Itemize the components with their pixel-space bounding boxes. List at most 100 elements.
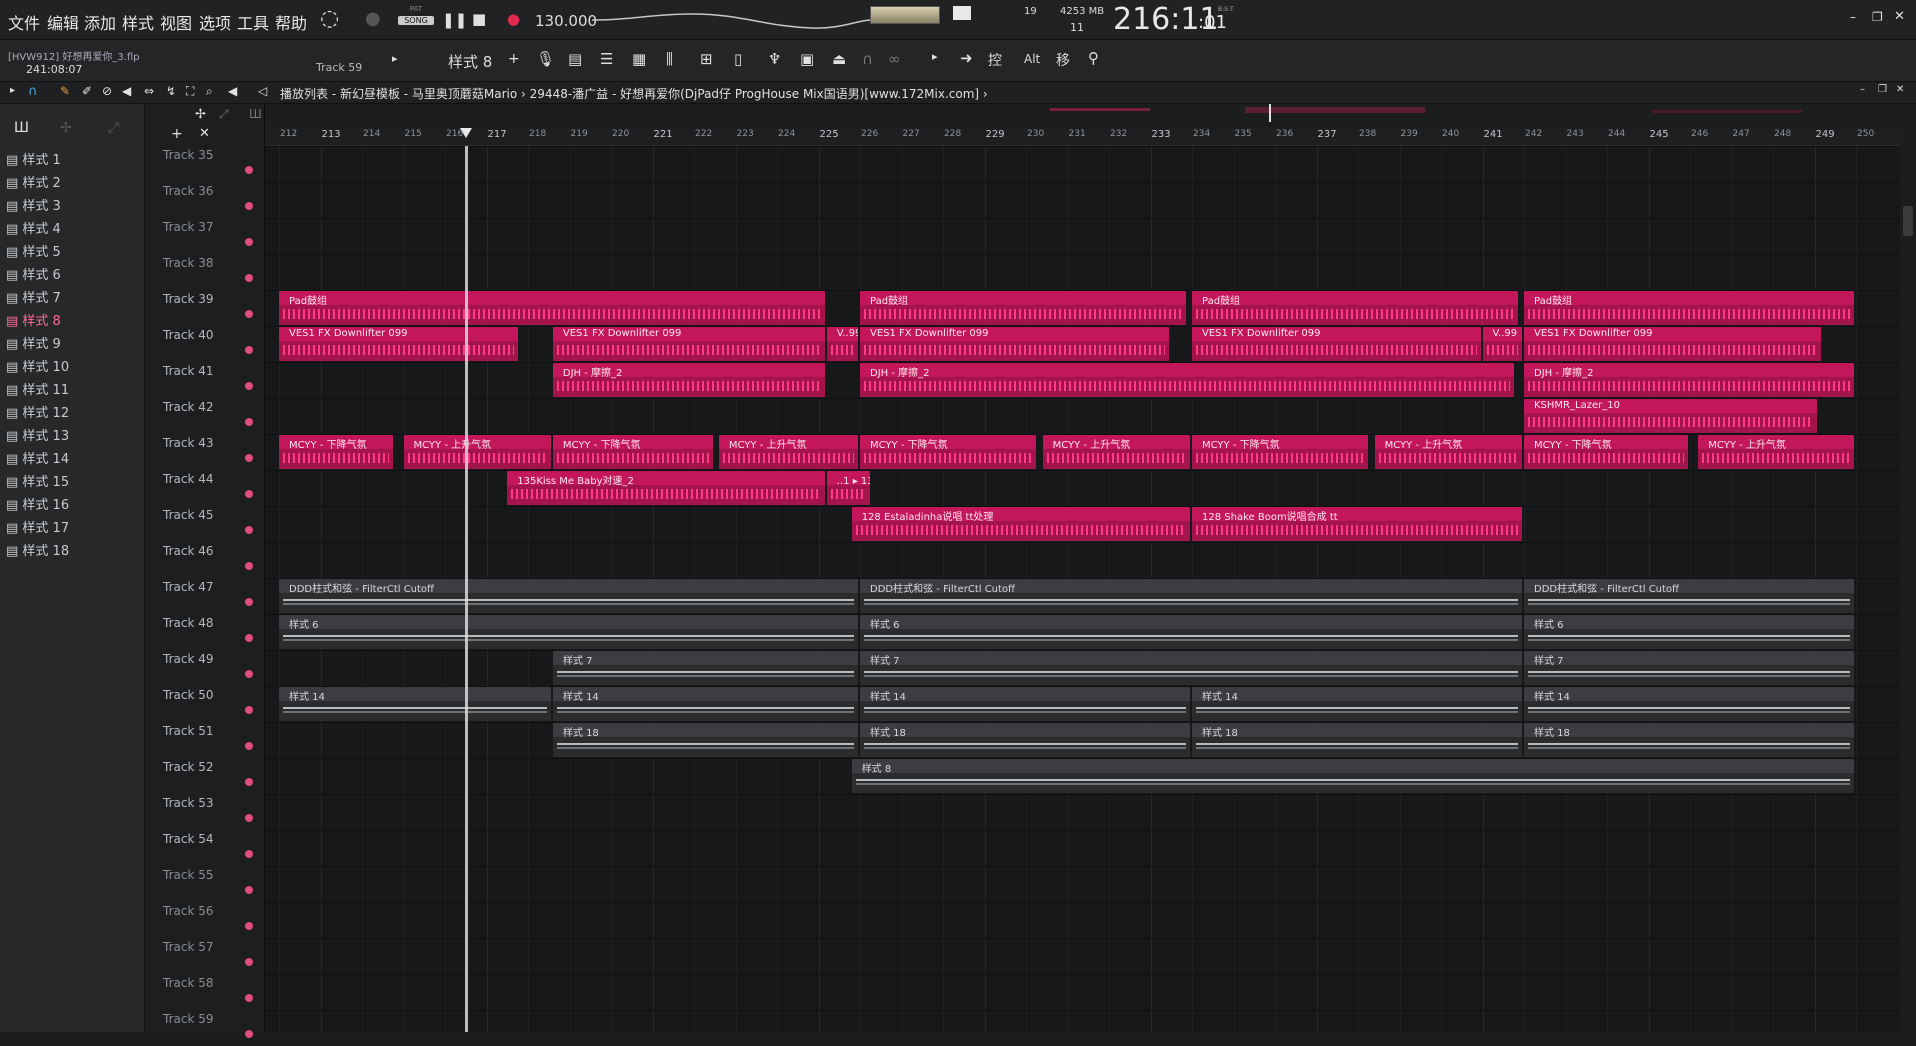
- playlist-clip[interactable]: Pad鼓组: [860, 291, 1186, 325]
- bar-number[interactable]: 241: [1484, 129, 1503, 140]
- playlist-clip[interactable]: 样式 18: [552, 723, 858, 757]
- alt-label[interactable]: Alt: [1024, 52, 1040, 66]
- playlist-clip[interactable]: VES1 FX Downlifter 099: [1192, 327, 1481, 361]
- channel-rack-icon[interactable]: ▦: [632, 50, 646, 68]
- playlist-clip[interactable]: Pad鼓组: [279, 291, 825, 325]
- track-mute-button[interactable]: [245, 922, 253, 930]
- restore-icon[interactable]: ❐: [1878, 84, 1887, 95]
- bar-number[interactable]: 215: [405, 129, 422, 139]
- bar-number[interactable]: 236: [1276, 129, 1293, 139]
- arrow-icon[interactable]: ▸: [932, 50, 938, 63]
- track-mute-button[interactable]: [245, 166, 253, 174]
- playlist-clip[interactable]: MCYY - 下降气氛: [552, 435, 713, 469]
- bar-number[interactable]: 214: [363, 129, 380, 139]
- playlist-clip[interactable]: DJH - 摩擦_2: [860, 363, 1514, 397]
- arrow-right-icon[interactable]: ▸: [392, 52, 398, 65]
- restore-icon[interactable]: ❐: [1872, 10, 1883, 24]
- track-row[interactable]: Track 44: [145, 470, 265, 506]
- headphones-icon[interactable]: ∩: [862, 50, 873, 68]
- track-mute-button[interactable]: [245, 490, 253, 498]
- track-mute-button[interactable]: [245, 706, 253, 714]
- overview-cursor[interactable]: [1269, 104, 1271, 122]
- playlist-clip[interactable]: MCYY - 上升气氛: [1042, 435, 1190, 469]
- dim-tool-icon[interactable]: ✢: [60, 120, 72, 136]
- track-row[interactable]: Track 52: [145, 758, 265, 794]
- track-row[interactable]: Track 41: [145, 362, 265, 398]
- playlist-clip[interactable]: MCYY - 上升气氛: [403, 435, 551, 469]
- track-mute-button[interactable]: [245, 454, 253, 462]
- pattern-item[interactable]: ▤ 样式 6: [6, 264, 61, 283]
- track-row[interactable]: Track 49: [145, 650, 265, 686]
- zoom-icon[interactable]: ⌕: [206, 84, 213, 99]
- record-icon[interactable]: ●: [507, 10, 520, 28]
- track-row[interactable]: Track 54: [145, 830, 265, 866]
- pattern-item[interactable]: ▤ 样式 5: [6, 241, 61, 260]
- track-row[interactable]: Track 42: [145, 398, 265, 434]
- tempo-display[interactable]: 130.000: [535, 12, 597, 30]
- track-row[interactable]: Track 36: [145, 182, 265, 218]
- track-row[interactable]: Track 45: [145, 506, 265, 542]
- close-track-icon[interactable]: ✕: [199, 126, 210, 141]
- playlist-clip[interactable]: MCYY - 上升气氛: [718, 435, 858, 469]
- bar-number[interactable]: 238: [1359, 129, 1376, 139]
- bar-number[interactable]: 213: [322, 129, 341, 140]
- bar-number[interactable]: 225: [820, 129, 839, 140]
- bar-number[interactable]: 228: [944, 129, 961, 139]
- playlist-clip[interactable]: DDD柱式和弦 - FilterCtl Cutoff: [860, 579, 1522, 613]
- track-mute-button[interactable]: [245, 886, 253, 894]
- arrow-icon[interactable]: ▸: [10, 85, 15, 96]
- pattern-item[interactable]: ▤ 样式 3: [6, 195, 61, 214]
- track-row[interactable]: Track 58: [145, 974, 265, 1010]
- bar-number[interactable]: 212: [280, 129, 297, 139]
- bar-number[interactable]: 230: [1027, 129, 1044, 139]
- playlist-clip[interactable]: 128 Estaladinha说唱 tt处理: [851, 507, 1190, 541]
- playlist-clip[interactable]: 样式 14: [552, 687, 858, 721]
- track-row[interactable]: Track 56: [145, 902, 265, 938]
- track-mute-button[interactable]: [245, 382, 253, 390]
- bar-number[interactable]: 247: [1733, 129, 1750, 139]
- playlist-clip[interactable]: 样式 6: [860, 615, 1522, 649]
- track-row[interactable]: Track 47: [145, 578, 265, 614]
- playlist-clip[interactable]: Pad鼓组: [1524, 291, 1854, 325]
- vertical-scrollbar[interactable]: [1900, 146, 1916, 1032]
- bar-number[interactable]: 226: [861, 129, 878, 139]
- bar-number[interactable]: 229: [986, 129, 1005, 140]
- playlist-clip[interactable]: 样式 6: [279, 615, 858, 649]
- pattern-item[interactable]: ▤ 样式 10: [6, 356, 69, 375]
- scrollbar-thumb[interactable]: [1903, 206, 1913, 236]
- bar-number[interactable]: 248: [1774, 129, 1791, 139]
- timeline-ruler[interactable]: 212 213 214 215 216 217 218 219 220 221 222 223 224 2…: [265, 126, 1901, 146]
- bar-number[interactable]: 240: [1442, 129, 1459, 139]
- track-mute-button[interactable]: [245, 778, 253, 786]
- metronome-icon[interactable]: ⚲: [1088, 49, 1099, 67]
- stretch-icon[interactable]: ⤢: [219, 107, 229, 122]
- track-mute-button[interactable]: [245, 562, 253, 570]
- track-row[interactable]: Track 50: [145, 686, 265, 722]
- track-row[interactable]: Track 46: [145, 542, 265, 578]
- playlist-icon[interactable]: ▤: [568, 50, 582, 68]
- pattern-item[interactable]: ▤ 样式 8: [6, 310, 61, 329]
- playlist-clip[interactable]: MCYY - 下降气氛: [1524, 435, 1688, 469]
- playhead-marker[interactable]: [459, 128, 472, 138]
- pattern-item[interactable]: ▤ 样式 18: [6, 540, 69, 559]
- playlist-clip[interactable]: 样式 6: [1524, 615, 1854, 649]
- playlist-clip[interactable]: MCYY - 上升气氛: [1374, 435, 1522, 469]
- bar-number[interactable]: 237: [1318, 129, 1337, 140]
- track-mute-button[interactable]: [245, 346, 253, 354]
- menu-options[interactable]: 选项: [199, 10, 231, 34]
- pattern-item[interactable]: ▤ 样式 7: [6, 287, 61, 306]
- track-mute-button[interactable]: [245, 274, 253, 282]
- pattern-item[interactable]: ▤ 样式 2: [6, 172, 61, 191]
- move-label[interactable]: 移: [1056, 50, 1070, 70]
- playlist-clip[interactable]: 样式 7: [1524, 651, 1854, 685]
- pattern-selector[interactable]: 样式 8: [448, 51, 492, 72]
- add-pattern-icon[interactable]: +: [508, 51, 520, 67]
- bar-number[interactable]: 234: [1193, 129, 1210, 139]
- bar-number[interactable]: 235: [1235, 129, 1252, 139]
- playlist-clip[interactable]: DDD柱式和弦 - FilterCtl Cutoff: [279, 579, 858, 613]
- playlist-clip[interactable]: 样式 7: [552, 651, 858, 685]
- link-icon[interactable]: ∞: [888, 50, 901, 68]
- track-row[interactable]: Track 57: [145, 938, 265, 974]
- bar-number[interactable]: 223: [737, 129, 754, 139]
- menu-edit[interactable]: 编辑: [47, 10, 79, 34]
